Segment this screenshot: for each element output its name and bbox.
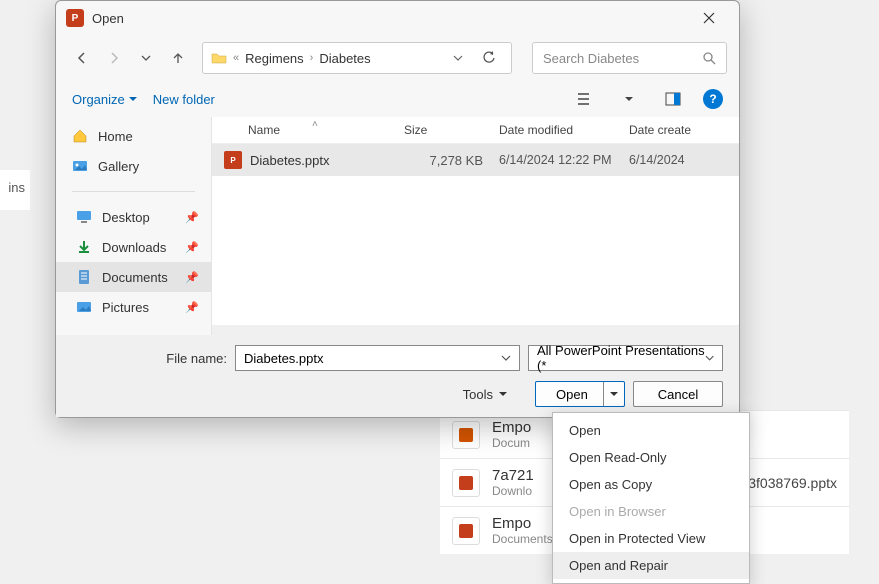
breadcrumb-sep: « (233, 52, 239, 64)
tools-button[interactable]: Tools (455, 383, 515, 406)
cancel-button[interactable]: Cancel (633, 381, 723, 407)
breadcrumb[interactable]: « Regimens › Diabetes (202, 42, 512, 74)
sidebar: Home Gallery Desktop 📌 Downloads 📌 Docum… (56, 117, 211, 335)
close-icon (703, 12, 715, 24)
chevron-down-icon (625, 95, 633, 103)
desktop-icon (76, 209, 92, 225)
col-date[interactable]: Date modified (499, 123, 629, 137)
menu-open[interactable]: Open (553, 417, 749, 444)
sidebar-item-gallery[interactable]: Gallery (56, 151, 211, 181)
sort-arrow-icon: ˄ (312, 119, 318, 130)
menu-open-readonly[interactable]: Open Read-Only (553, 444, 749, 471)
arrow-right-icon (107, 51, 121, 65)
preview-icon (665, 92, 681, 106)
chevron-down-icon (610, 390, 618, 398)
background-text-fragment: ins (0, 170, 30, 210)
open-dropdown-menu: Open Open Read-Only Open as Copy Open in… (552, 412, 750, 584)
sidebar-item-downloads[interactable]: Downloads 📌 (56, 232, 211, 262)
refresh-icon (482, 51, 496, 65)
arrow-up-icon (171, 51, 185, 65)
back-button[interactable] (68, 43, 96, 73)
help-button[interactable]: ? (703, 89, 723, 109)
pptx-icon: P (224, 151, 242, 169)
sidebar-label: Gallery (98, 159, 139, 174)
pptx-icon (452, 517, 480, 545)
open-split-button[interactable]: Open (535, 381, 625, 407)
recent-dropdown[interactable] (132, 43, 160, 73)
chevron-down-icon (141, 53, 151, 63)
chevron-down-icon (499, 390, 507, 398)
sidebar-item-pictures[interactable]: Pictures 📌 (56, 292, 211, 322)
chevron-right-icon: › (310, 52, 314, 64)
file-row[interactable]: P Diabetes.pptx 7,278 KB 6/14/2024 12:22… (212, 144, 739, 176)
pictures-icon (76, 299, 92, 315)
pin-icon: 📌 (185, 241, 199, 254)
sidebar-item-home[interactable]: Home (56, 121, 211, 151)
chevron-down-icon[interactable] (501, 353, 511, 363)
up-button[interactable] (164, 43, 192, 73)
file-created: 6/14/2024 (629, 153, 727, 167)
search-icon (702, 51, 716, 65)
chevron-down-icon[interactable] (453, 53, 463, 63)
sidebar-label: Home (98, 129, 133, 144)
sidebar-item-documents[interactable]: Documents 📌 (56, 262, 211, 292)
view-dropdown[interactable] (615, 87, 643, 111)
arrow-left-icon (75, 51, 89, 65)
file-name: Diabetes.pptx (250, 153, 330, 168)
titlebar: P Open (56, 1, 739, 35)
sidebar-label: Documents (102, 270, 168, 285)
nav-row: « Regimens › Diabetes Search Diabetes (56, 35, 739, 81)
pin-icon: 📌 (185, 271, 199, 284)
dialog-title: Open (92, 11, 124, 26)
search-placeholder: Search Diabetes (543, 51, 639, 66)
filename-input[interactable]: Diabetes.pptx (235, 345, 520, 371)
breadcrumb-part[interactable]: Diabetes (319, 51, 370, 66)
search-input[interactable]: Search Diabetes (532, 42, 727, 74)
menu-open-browser: Open in Browser (553, 498, 749, 525)
col-created[interactable]: Date create (629, 123, 727, 137)
gallery-icon (72, 158, 88, 174)
menu-open-repair[interactable]: Open and Repair (553, 552, 749, 579)
open-dialog: P Open « Regimens › Diabetes (55, 0, 740, 418)
sidebar-divider (72, 191, 195, 192)
file-date: 6/14/2024 12:22 PM (499, 153, 629, 167)
powerpoint-icon: P (66, 9, 84, 27)
menu-open-copy[interactable]: Open as Copy (553, 471, 749, 498)
file-pane: ˄ Name Size Date modified Date create P … (211, 117, 739, 335)
sidebar-label: Downloads (102, 240, 166, 255)
filename-label: File name: (72, 351, 227, 366)
new-folder-button[interactable]: New folder (153, 92, 215, 107)
list-icon (577, 92, 593, 106)
home-icon (72, 128, 88, 144)
view-options-button[interactable] (571, 87, 599, 111)
preview-pane-button[interactable] (659, 87, 687, 111)
refresh-button[interactable] (475, 44, 503, 72)
pptx-icon (452, 421, 480, 449)
forward-button[interactable] (100, 43, 128, 73)
downloads-icon (76, 239, 92, 255)
column-headers: ˄ Name Size Date modified Date create (212, 117, 739, 144)
sidebar-label: Desktop (102, 210, 150, 225)
pptx-icon (452, 469, 480, 497)
pin-icon: 📌 (185, 301, 199, 314)
breadcrumb-part[interactable]: Regimens (245, 51, 304, 66)
chevron-down-icon (129, 95, 137, 103)
sidebar-item-desktop[interactable]: Desktop 📌 (56, 202, 211, 232)
documents-icon (76, 269, 92, 285)
organize-button[interactable]: Organize (72, 92, 137, 107)
horizontal-scrollbar[interactable] (212, 325, 739, 335)
toolbar: Organize New folder ? (56, 81, 739, 117)
pin-icon: 📌 (185, 211, 199, 224)
dialog-bottom: File name: Diabetes.pptx All PowerPoint … (56, 335, 739, 417)
close-button[interactable] (689, 4, 729, 32)
open-dropdown-toggle[interactable] (603, 382, 618, 406)
file-size: 7,278 KB (404, 153, 499, 168)
sidebar-label: Pictures (102, 300, 149, 315)
folder-icon (211, 51, 227, 65)
menu-open-protected[interactable]: Open in Protected View (553, 525, 749, 552)
file-type-filter[interactable]: All PowerPoint Presentations (* (528, 345, 723, 371)
chevron-down-icon (705, 353, 714, 363)
col-size[interactable]: Size (404, 123, 499, 137)
